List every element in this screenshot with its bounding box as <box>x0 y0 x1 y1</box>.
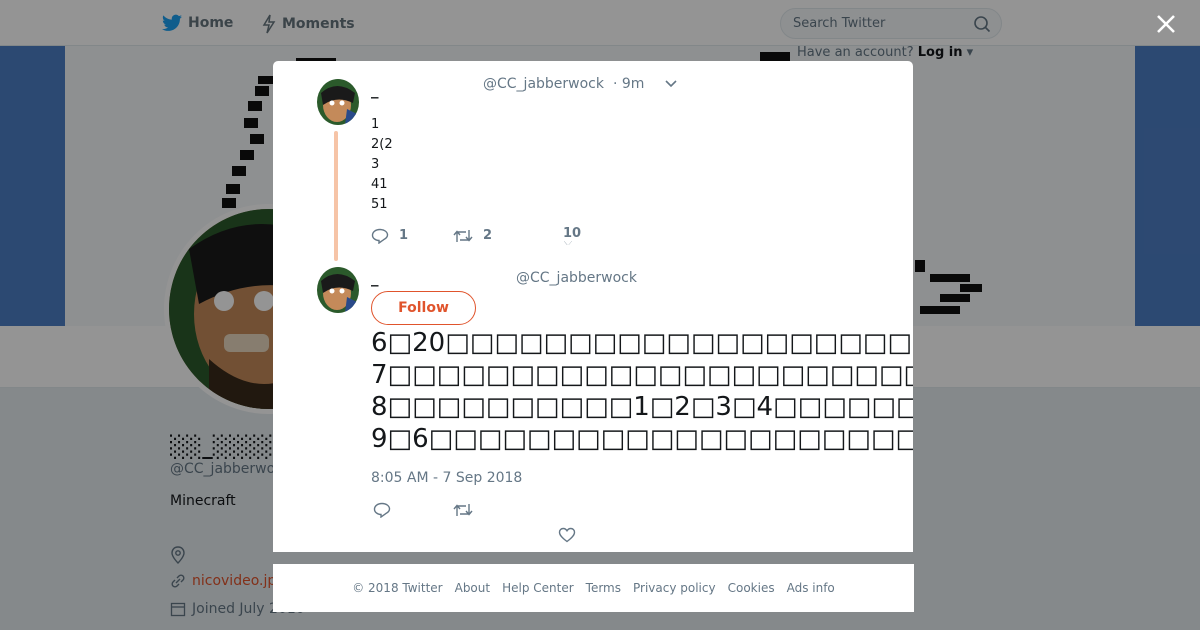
tweet1-timestamp[interactable]: · 9m <box>613 76 644 92</box>
tweet1-author-handle[interactable]: @CC_jabberwock <box>483 76 604 92</box>
tweet1-author-name[interactable]: _ <box>371 81 379 99</box>
retweet-icon <box>453 229 473 242</box>
close-icon[interactable] <box>1152 10 1180 38</box>
footer-link-privacy[interactable]: Privacy policy <box>633 581 716 595</box>
tweet1-retweet-count: 2 <box>483 228 493 243</box>
tweet1-like-count: 10 <box>563 226 582 241</box>
tweet1-line: 2(2 <box>371 137 393 152</box>
tweet2-avatar[interactable] <box>317 267 359 313</box>
tweet1-line: 41 <box>371 177 388 192</box>
tweet-modal: _ @CC_jabberwock · 9m 1 2(2 3 41 51 1 2 … <box>273 61 913 552</box>
footer-link-about[interactable]: About <box>455 581 490 595</box>
heart-icon: ♡ <box>563 241 573 245</box>
tweet1-actions: 1 2 10 ♡ <box>371 226 581 245</box>
tweet1-retweet-button[interactable]: 2 <box>453 226 563 245</box>
footer: © 2018 Twitter About Help Center Terms P… <box>273 564 914 612</box>
follow-button[interactable]: Follow <box>371 291 476 325</box>
heart-icon[interactable] <box>558 527 576 543</box>
tweet2-date[interactable]: 8:05 AM - 7 Sep 2018 <box>371 470 522 486</box>
tweet1-reply-count: 1 <box>399 228 409 243</box>
tweet1-like-button[interactable]: 10 ♡ <box>563 226 581 245</box>
footer-link-ads-info[interactable]: Ads info <box>787 581 835 595</box>
thread-connector <box>334 131 338 261</box>
tweet1-line: 51 <box>371 197 388 212</box>
tweet2-text: 6□20□□□□□□□□□□□□□□□□□□□□□□□□□□□□□□□□□□□□… <box>371 328 913 454</box>
footer-link-help-center[interactable]: Help Center <box>502 581 574 595</box>
tweet1-line: 3 <box>371 157 380 172</box>
footer-copyright: © 2018 Twitter <box>352 581 443 595</box>
tweet2-author-name[interactable]: _ <box>371 269 379 287</box>
retweet-icon[interactable] <box>453 502 473 518</box>
footer-link-terms[interactable]: Terms <box>586 581 621 595</box>
chevron-down-icon[interactable] <box>664 79 678 89</box>
reply-icon <box>371 228 389 244</box>
reply-icon[interactable] <box>373 502 391 518</box>
footer-link-cookies[interactable]: Cookies <box>728 581 775 595</box>
tweet1-reply-button[interactable]: 1 <box>371 226 453 245</box>
tweet1-line: 1 <box>371 117 380 132</box>
tweet1-text: 1 2(2 3 41 51 <box>371 115 393 215</box>
tweet2-author-handle[interactable]: @CC_jabberwock <box>516 270 637 286</box>
tweet1-avatar[interactable] <box>317 79 359 125</box>
